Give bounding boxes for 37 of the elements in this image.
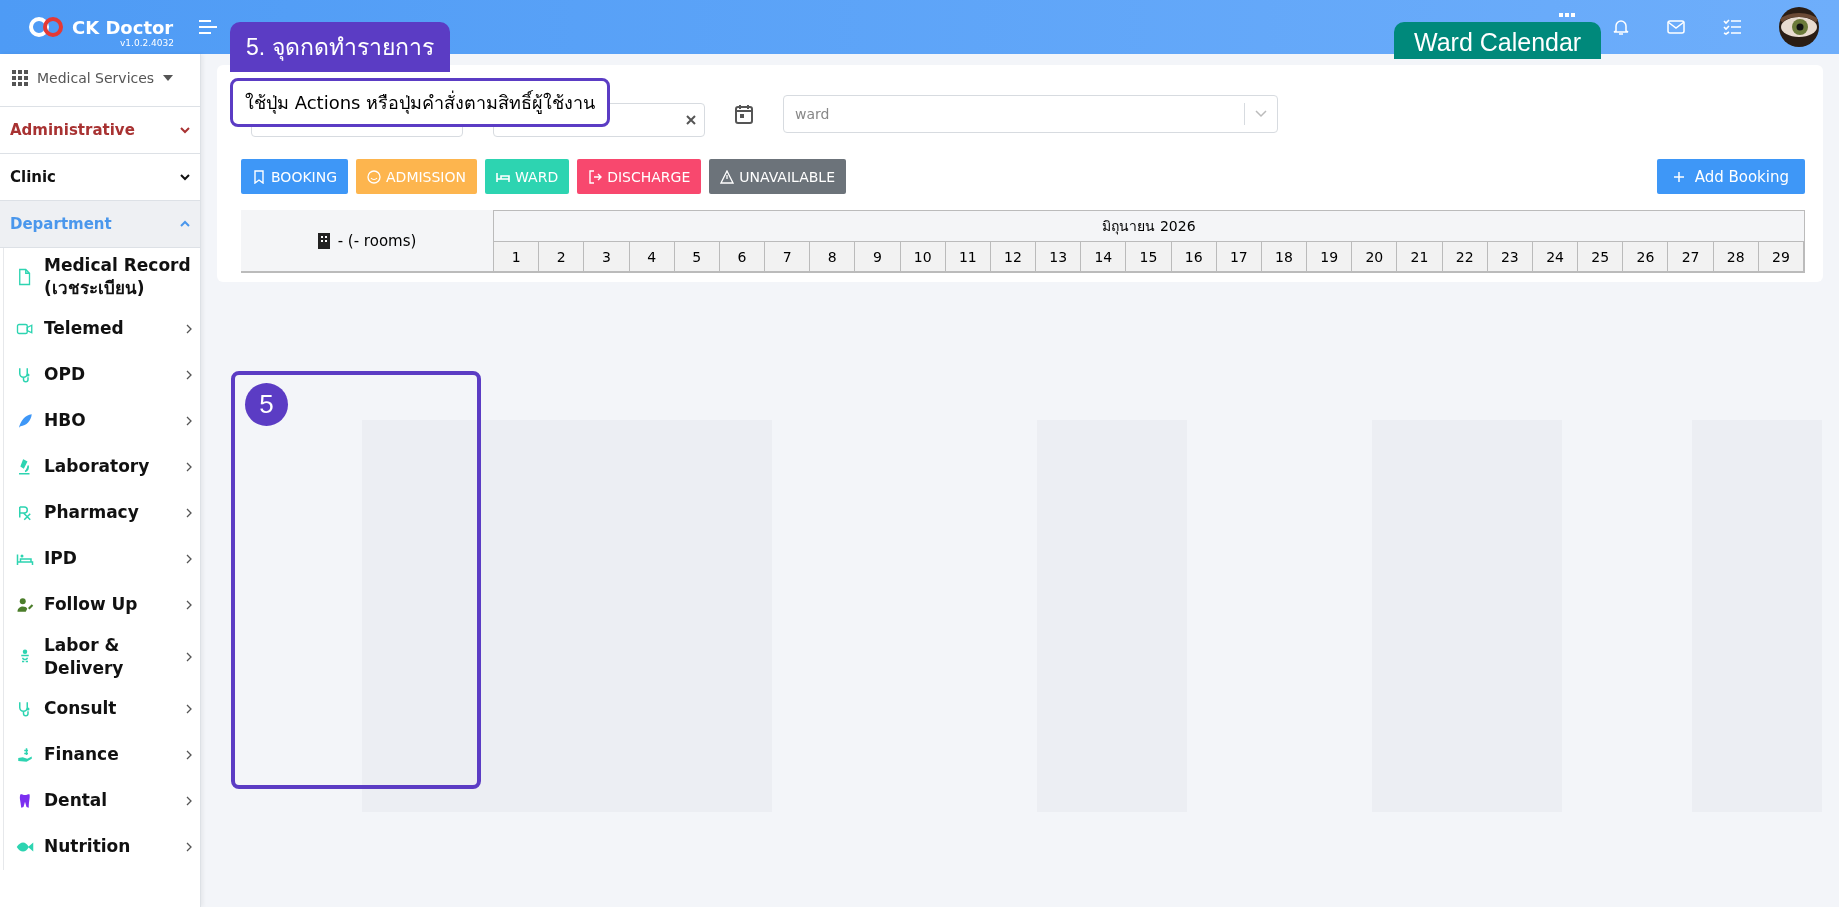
day-header: 11 [945, 242, 991, 271]
page-callout: Ward Calendar [1394, 22, 1602, 59]
day-header: 24 [1532, 242, 1579, 271]
step-number: 5 [245, 383, 288, 426]
day-header: 1 [494, 242, 540, 271]
day-header: 29 [1758, 242, 1804, 271]
brand-name: CK Doctor [72, 16, 174, 38]
day-header: 5 [674, 242, 720, 271]
day-header: 14 [1081, 242, 1127, 271]
day-header: 13 [1036, 242, 1082, 271]
day-header: 10 [900, 242, 946, 271]
day-header: 20 [1352, 242, 1398, 271]
instruction-tooltip: ใช้ปุ่ม Actions หรือปุ่มคำสั่งตามสิทธิ์ผู้ใช้งาน [230, 78, 611, 127]
day-header: 16 [1171, 242, 1217, 271]
day-header: 19 [1307, 242, 1353, 271]
month-header: มิถุนายน 2026 [494, 211, 1804, 242]
day-header: 6 [719, 242, 766, 271]
day-header: 25 [1578, 242, 1624, 271]
room-header: - (- rooms) [337, 231, 417, 250]
day-header: 4 [629, 242, 675, 271]
day-header: 15 [1126, 242, 1172, 271]
day-header: 8 [810, 242, 856, 271]
day-header: 23 [1487, 242, 1533, 271]
day-header: 17 [1216, 242, 1262, 271]
day-header: 26 [1623, 242, 1669, 271]
step-callout: 5. จุดกดทำรายการ [230, 22, 450, 72]
day-header: 18 [1261, 242, 1308, 271]
version-label: v1.0.2.4032 [120, 38, 174, 48]
day-header: 2 [539, 242, 585, 271]
day-header: 28 [1713, 242, 1759, 271]
day-header: 21 [1397, 242, 1443, 271]
day-header: 27 [1668, 242, 1714, 271]
day-header: 22 [1442, 242, 1488, 271]
day-header: 7 [765, 242, 811, 271]
day-header: 12 [990, 242, 1037, 271]
day-header: 9 [855, 242, 901, 271]
day-header: 3 [584, 242, 630, 271]
